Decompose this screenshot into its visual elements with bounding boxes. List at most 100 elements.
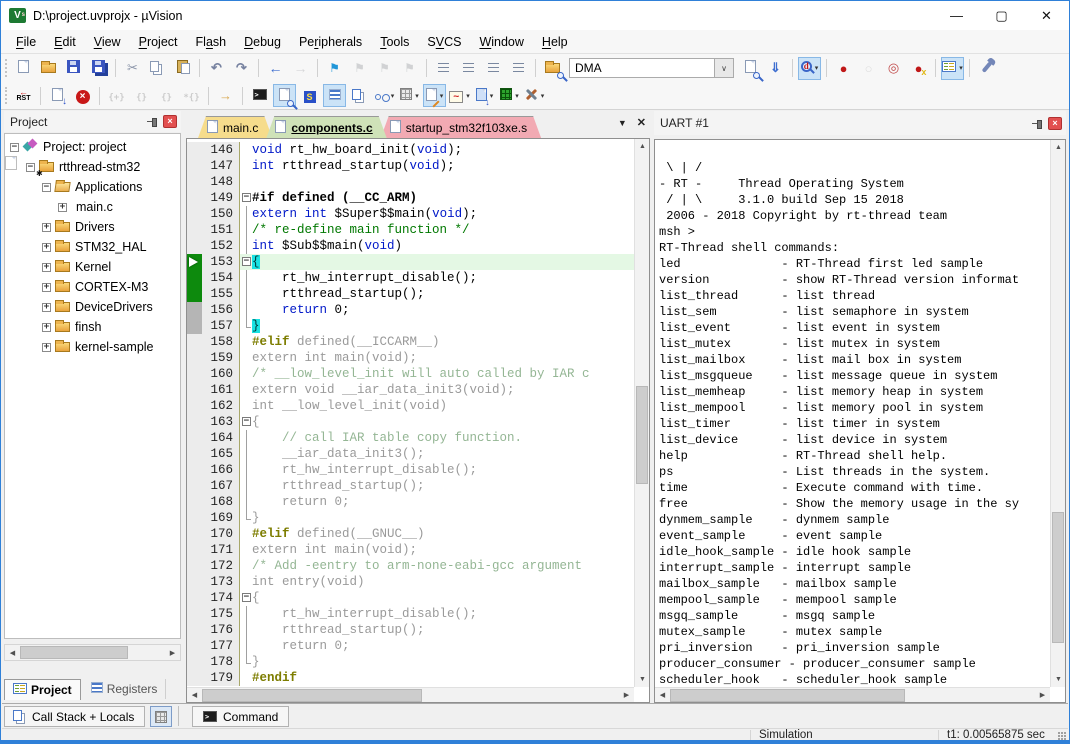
previous-bookmark-button[interactable]: ⚑	[348, 57, 371, 80]
breakpoint-margin[interactable]	[187, 350, 202, 366]
unindent-button[interactable]	[457, 57, 480, 80]
command-tab[interactable]: Command	[192, 706, 289, 727]
breakpoint-margin[interactable]	[187, 254, 202, 270]
dropdown-arrow-icon[interactable]: ▾	[515, 92, 519, 100]
undo-button[interactable]: ↶	[205, 57, 228, 80]
dropdown-arrow-icon[interactable]: ▾	[440, 92, 444, 100]
call-stack-tab[interactable]: Call Stack + Locals	[4, 706, 145, 727]
uncomment-selection-button[interactable]	[507, 57, 530, 80]
breakpoint-margin[interactable]	[187, 270, 202, 286]
dropdown-arrow-icon[interactable]: ▾	[490, 92, 494, 100]
step-button[interactable]: {+}	[105, 84, 128, 107]
editor-tab-components-c[interactable]: components.c	[266, 116, 386, 138]
insert-breakpoint-button[interactable]: ●	[832, 57, 855, 80]
find-button[interactable]	[739, 57, 762, 80]
menu-view[interactable]: View	[85, 32, 130, 52]
close-tab-icon[interactable]: ✕	[637, 116, 646, 129]
uart-horizontal-scrollbar[interactable]: ◀ ▶	[655, 687, 1050, 702]
menu-peripherals[interactable]: Peripherals	[290, 32, 371, 52]
scroll-down-icon[interactable]: ▼	[635, 672, 650, 687]
expand-icon[interactable]: +	[42, 343, 51, 352]
enable-breakpoint-button[interactable]: ○	[857, 57, 880, 80]
close-panel-icon[interactable]: ×	[1048, 117, 1062, 130]
incremental-find-button[interactable]: ⇓	[764, 57, 787, 80]
breakpoint-margin[interactable]	[187, 462, 202, 478]
panel-tab-registers[interactable]: Registers	[83, 679, 167, 699]
breakpoint-margin[interactable]	[187, 158, 202, 174]
pin-icon[interactable]	[147, 117, 156, 126]
scroll-thumb[interactable]	[1052, 512, 1064, 643]
paste-button[interactable]	[171, 57, 194, 80]
kill-all-breakpoints-button[interactable]: ●x	[907, 57, 930, 80]
resize-grip[interactable]	[1058, 732, 1066, 740]
menu-help[interactable]: Help	[533, 32, 577, 52]
configure-button[interactable]	[975, 57, 998, 80]
uart-vertical-scrollbar[interactable]: ▲ ▼	[1050, 140, 1065, 687]
next-bookmark-button[interactable]: ⚑	[373, 57, 396, 80]
breakpoint-margin[interactable]	[187, 558, 202, 574]
pin-icon[interactable]	[1032, 119, 1041, 128]
scroll-left-icon[interactable]: ◀	[5, 645, 20, 660]
breakpoint-margin[interactable]	[187, 430, 202, 446]
step-over-button[interactable]: {}	[130, 84, 153, 107]
menu-flash[interactable]: Flash	[187, 32, 236, 52]
dropdown-arrow-icon[interactable]: ▾	[415, 92, 419, 100]
fold-margin[interactable]: −	[239, 190, 252, 206]
save-button[interactable]	[62, 57, 85, 80]
memory-windows-button[interactable]: ▾	[398, 84, 421, 107]
dropdown-arrow-icon[interactable]: ▾	[391, 92, 395, 100]
maximize-button[interactable]: ▢	[979, 1, 1024, 30]
navigate-back-button[interactable]: ←	[264, 57, 287, 80]
run-button[interactable]: ↓	[46, 84, 69, 107]
breakpoint-margin[interactable]	[187, 638, 202, 654]
minimize-button[interactable]: —	[934, 1, 979, 30]
breakpoint-margin[interactable]	[187, 590, 202, 606]
tree-item-cortex-m3[interactable]: +CORTEX-M3	[5, 277, 180, 297]
menu-tools[interactable]: Tools	[371, 32, 418, 52]
expand-icon[interactable]: +	[58, 203, 67, 212]
new-file-button[interactable]	[12, 57, 35, 80]
search-combobox[interactable]: DMA	[569, 58, 715, 78]
fold-margin[interactable]: −	[239, 590, 252, 606]
menu-file[interactable]: File	[7, 32, 45, 52]
start-stop-debug-button[interactable]: d▾	[798, 57, 821, 80]
tree-item-main-c[interactable]: +main.c	[5, 197, 180, 217]
expand-icon[interactable]: +	[42, 263, 51, 272]
scroll-up-icon[interactable]: ▲	[635, 139, 650, 154]
find-in-files-button[interactable]	[541, 57, 564, 80]
scroll-up-icon[interactable]: ▲	[1051, 140, 1066, 155]
clear-bookmarks-button[interactable]: ⚑	[398, 57, 421, 80]
trace-windows-button[interactable]: ↓▾	[473, 84, 496, 107]
collapse-icon[interactable]: −	[26, 163, 35, 172]
command-window-button[interactable]	[248, 84, 271, 107]
breakpoint-margin[interactable]	[187, 494, 202, 510]
breakpoint-margin[interactable]	[187, 366, 202, 382]
scroll-thumb[interactable]	[670, 689, 905, 702]
breakpoint-margin[interactable]	[187, 654, 202, 670]
fold-collapse-icon[interactable]: −	[242, 417, 251, 426]
navigate-forward-button[interactable]: →	[289, 57, 312, 80]
indent-button[interactable]	[432, 57, 455, 80]
scroll-right-icon[interactable]: ▶	[1035, 688, 1050, 703]
fold-collapse-icon[interactable]: −	[242, 257, 251, 266]
menu-debug[interactable]: Debug	[235, 32, 290, 52]
scroll-thumb[interactable]	[20, 646, 128, 659]
cut-button[interactable]: ✂	[121, 57, 144, 80]
breakpoint-margin[interactable]	[187, 334, 202, 350]
symbol-window-button[interactable]: S	[298, 84, 321, 107]
tree-item-applications[interactable]: −Applications	[5, 177, 180, 197]
expand-icon[interactable]: +	[42, 323, 51, 332]
breakpoint-margin[interactable]	[187, 622, 202, 638]
fold-margin[interactable]: −	[239, 254, 252, 270]
copy-button[interactable]	[146, 57, 169, 80]
save-all-button[interactable]	[87, 57, 110, 80]
breakpoint-margin[interactable]	[187, 222, 202, 238]
run-to-line-button[interactable]: *{}	[180, 84, 203, 107]
fold-collapse-icon[interactable]: −	[242, 593, 251, 602]
toolbox-button[interactable]: ▾	[523, 84, 546, 107]
dropdown-arrow-icon[interactable]: ▾	[815, 64, 819, 72]
breakpoint-margin[interactable]	[187, 190, 202, 206]
breakpoint-margin[interactable]	[187, 446, 202, 462]
memory-window-button[interactable]	[150, 706, 172, 727]
tree-item-finsh[interactable]: +finsh	[5, 317, 180, 337]
